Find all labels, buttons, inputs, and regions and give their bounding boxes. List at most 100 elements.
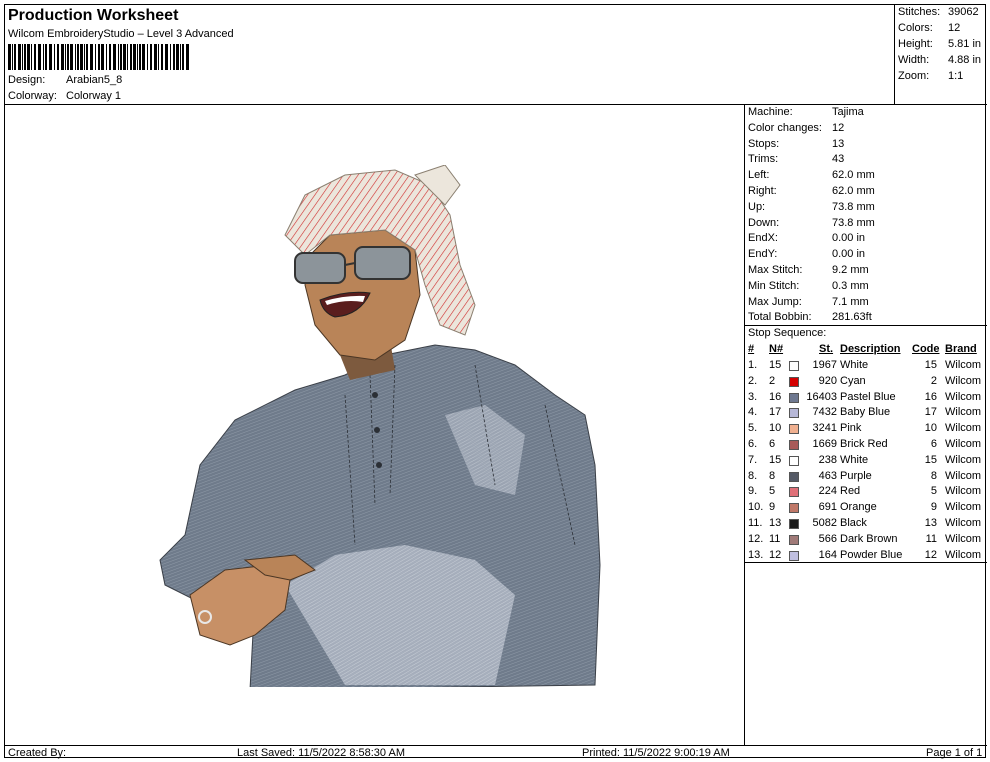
barcode-bar: [31, 44, 32, 70]
info-value: 0.00 in: [832, 248, 866, 261]
table-row: 13. 12 164 Powder Blue 12 Wilcom: [745, 549, 987, 565]
info-row: EndX: 0.00 in: [748, 232, 865, 244]
barcode-bar: [147, 44, 148, 70]
color-swatch: [789, 471, 799, 482]
row-number: 1.: [748, 359, 758, 371]
thread-brand: Wilcom: [945, 359, 982, 371]
info-label: EndX:: [748, 232, 778, 245]
info-label: Color changes:: [748, 121, 822, 134]
row-number: 6.: [748, 438, 758, 450]
header-needle: N#: [769, 343, 784, 355]
barcode-bar: [130, 44, 132, 70]
info-row: Color changes: 12: [748, 122, 844, 134]
color-swatch: [789, 534, 799, 545]
color-swatch: [789, 424, 799, 435]
colors-row: Colors: 12: [898, 22, 960, 34]
needle-number: 12: [769, 548, 782, 561]
row-number: 2.: [748, 374, 758, 387]
thread-description: Pastel Blue: [840, 390, 896, 403]
row-number: 11.: [748, 517, 763, 529]
info-row: Down: 73.8 mm: [748, 217, 875, 229]
row-number: 13.: [748, 548, 764, 561]
table-row: 7. 15 238 White 15 Wilcom: [745, 454, 987, 470]
stitch-count: 7432: [812, 406, 837, 419]
barcode-bar: [180, 44, 181, 70]
info-row: Machine: Tajima: [748, 106, 864, 118]
info-value: 73.8 mm: [832, 216, 875, 229]
thread-code: 13: [924, 517, 937, 529]
thread-brand: Wilcom: [945, 390, 982, 403]
barcode-bar: [150, 44, 152, 70]
machine-info-panel: Machine: Tajima Color changes: 12 Stops: 13 Tr…: [745, 105, 987, 745]
color-swatch: [789, 487, 799, 498]
barcode-bar: [161, 44, 163, 70]
page-number: Page 1 of 1: [926, 747, 983, 759]
info-row: Up: 73.8 mm: [748, 201, 875, 213]
barcode-bar: [54, 44, 55, 70]
worksheet-footer: Created By: Last Saved: 11/5/2022 8:58:3…: [5, 745, 987, 759]
barcode-bar: [22, 44, 23, 70]
barcode-bar: [24, 44, 26, 70]
thread-code: 15: [924, 453, 937, 466]
barcode-bar: [43, 44, 44, 70]
barcode-bar: [34, 44, 36, 70]
thread-description: Purple: [840, 469, 872, 482]
info-value: 62.0 mm: [832, 169, 875, 182]
barcode-bar: [170, 44, 171, 70]
barcode-bar: [80, 44, 83, 70]
barcode-bar: [12, 44, 13, 70]
created-by: Created By:: [8, 747, 67, 759]
header-num: #: [748, 343, 755, 355]
embroidery-design-image: [159, 165, 601, 687]
barcode-bar: [86, 44, 88, 70]
thread-description: Dark Brown: [840, 532, 898, 545]
barcode-bar: [38, 44, 41, 70]
color-swatch: [789, 550, 799, 561]
info-row: Stops: 13: [748, 138, 844, 150]
barcode-bar: [182, 44, 184, 70]
height-value: 5.81 in: [948, 38, 982, 50]
barcode-bar: [106, 44, 107, 70]
info-label: Trims:: [748, 153, 779, 166]
row-number: 12.: [748, 532, 764, 545]
stitch-count: 238: [818, 453, 837, 466]
barcode-bar: [127, 44, 128, 70]
barcode-bar: [118, 44, 119, 70]
thread-code: 15: [924, 359, 937, 371]
barcode-bar: [176, 44, 179, 70]
barcode-bar: [77, 44, 79, 70]
barcode-bar: [67, 44, 69, 70]
zoom-row: Zoom: 1:1: [898, 70, 963, 82]
thread-description: Red: [840, 485, 861, 498]
row-number: 4.: [748, 406, 758, 419]
stitch-count: 5082: [812, 517, 837, 529]
barcode: [8, 44, 189, 70]
table-row: 6. 6 1669 Brick Red 6 Wilcom: [745, 438, 987, 454]
thread-brand: Wilcom: [945, 517, 982, 529]
colorway-value: Colorway 1: [66, 90, 122, 102]
barcode-bar: [101, 44, 104, 70]
barcode-bar: [70, 44, 73, 70]
stitch-count: 224: [818, 485, 837, 498]
color-swatch: [789, 361, 799, 371]
stitch-count: 3241: [812, 422, 837, 435]
stop-sequence-table: Stop Sequence: # N# St. Description Code…: [745, 325, 987, 563]
stitch-count: 1669: [812, 438, 837, 450]
row-number: 8.: [748, 469, 758, 482]
barcode-bar: [154, 44, 157, 70]
header-code: Code: [912, 343, 940, 355]
info-row: Trims: 43: [748, 153, 844, 165]
needle-number: 17: [769, 406, 782, 419]
info-value: 9.2 mm: [832, 264, 869, 276]
info-row: Max Jump: 7.1 mm: [748, 296, 869, 308]
thread-description: Orange: [840, 501, 877, 514]
header-description: Description: [840, 343, 901, 355]
barcode-bar: [186, 44, 189, 70]
info-value: Tajima: [832, 106, 864, 118]
zoom-value: 1:1: [948, 70, 964, 82]
stitch-count: 16403: [806, 390, 837, 403]
table-row: 2. 2 920 Cyan 2 Wilcom: [745, 375, 987, 391]
needle-number: 8: [769, 469, 776, 482]
info-row: EndY: 0.00 in: [748, 248, 865, 260]
row-number: 10.: [748, 501, 764, 514]
